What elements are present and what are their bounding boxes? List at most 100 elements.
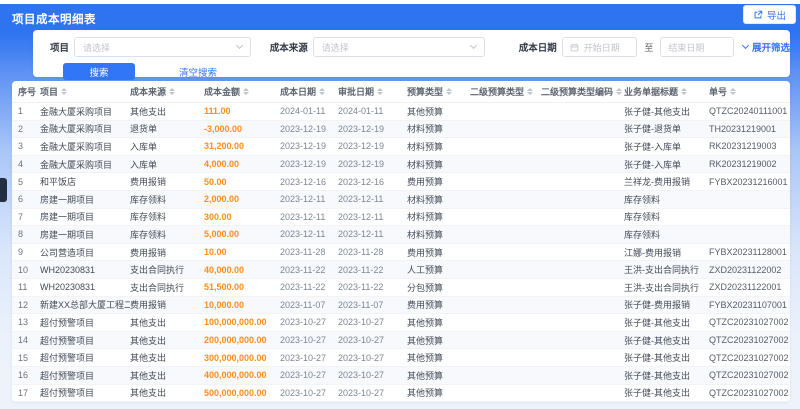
cell: 2023-10-27	[280, 352, 327, 363]
column-header[interactable]: 审批日期	[338, 85, 407, 98]
cell: 王洪-支出合同执行	[624, 265, 699, 276]
table-row[interactable]: 14 超付预警项目 其他支出 200,000,000.00 2023-10-27 2023…	[12, 331, 790, 350]
export-icon	[753, 10, 763, 20]
cell: 50.00	[204, 176, 227, 187]
table-row[interactable]: 15 超付预警项目 其他支出 300,000,000.00 2023-10-27 2023…	[12, 349, 790, 367]
cell: FYBX20231128001	[709, 247, 787, 258]
cell: 3	[18, 141, 24, 152]
column-header[interactable]: 业务单据标题	[624, 85, 709, 98]
cell: 2023-12-16	[338, 176, 385, 187]
column-header[interactable]: 项目	[40, 85, 130, 98]
column-header[interactable]: 二级预算类型编码	[541, 85, 624, 98]
cell: 51,500.00	[204, 282, 245, 293]
cell: 张子健-其他支出	[624, 388, 690, 399]
cell: 40,000.00	[204, 264, 245, 275]
cell: 2023-12-19	[280, 159, 327, 170]
table-row[interactable]: 17 超付预警项目 其他支出 500,000,000.00 2023-10-27 2023…	[12, 384, 790, 402]
table-row[interactable]: 3 金融大厦采购项目 入库单 31,200.00 2023-12-19 2023-12-1…	[12, 138, 790, 156]
expand-filters-link[interactable]: 展开筛选	[741, 40, 790, 54]
cell: 2023-12-19	[338, 123, 385, 134]
project-select[interactable]: 请选择	[74, 37, 251, 57]
sort-icon[interactable]	[61, 88, 68, 95]
cell: 超付预警项目	[40, 388, 95, 399]
sort-icon[interactable]	[243, 88, 250, 95]
cost-source-select[interactable]: 请选择	[312, 37, 485, 57]
sort-icon[interactable]	[730, 88, 737, 95]
sort-icon[interactable]	[446, 88, 453, 95]
project-label: 项目	[50, 43, 70, 54]
cell: 入库单	[130, 159, 158, 170]
cell: 2024-01-11	[338, 106, 384, 117]
table-body: 1 金融大厦采购项目 其他支出 111.00 2024-01-11 2024-01-11 其…	[12, 103, 790, 402]
sort-icon[interactable]	[377, 88, 384, 95]
table-row[interactable]: 6 房建一期项目 库存领料 2,000.00 2023-12-11 2023-12-11 材…	[12, 190, 790, 209]
cell: QTZC20231027002	[709, 352, 789, 363]
cell: 2023-12-19	[338, 159, 385, 170]
clear-search-link[interactable]: 清空搜索	[179, 65, 217, 79]
cell: 200,000,000.00	[204, 335, 267, 346]
cell: 其他预算	[407, 370, 444, 381]
end-date-input[interactable]: 结束日期	[660, 37, 734, 57]
table-row[interactable]: 5 和平饭店 费用报销 50.00 2023-12-16 2023-12-16 费用预算 兰祥…	[12, 173, 790, 191]
table-row[interactable]: 8 房建一期项目 库存领料 5,000.00 2023-12-11 2023-12-11 材…	[12, 226, 790, 244]
column-header[interactable]: 单号	[709, 85, 790, 98]
table-row[interactable]: 2 金融大厦采购项目 退货单 -3,000.00 2023-12-19 2023-12-1…	[12, 120, 790, 139]
cell: 金融大厦采购项目	[40, 106, 113, 117]
column-header[interactable]: 成本日期	[280, 85, 338, 98]
sort-icon[interactable]	[681, 88, 688, 95]
cell: 超付预警项目	[40, 370, 95, 381]
cell: WH20230831	[40, 264, 96, 275]
sidebar-handle[interactable]	[0, 178, 7, 202]
table-row[interactable]: 4 金融大厦采购项目 入库单 4,000.00 2023-12-19 2023-12-19…	[12, 155, 790, 174]
column-header[interactable]: 二级预算类型	[470, 85, 541, 98]
cell: 其他支出	[130, 353, 167, 364]
column-header-label: 项目	[40, 87, 59, 97]
cell: 公司营造项目	[40, 247, 95, 258]
cell: 其他支出	[130, 335, 167, 346]
cell: 房建一期项目	[40, 229, 95, 240]
cost-source-select-placeholder: 请选择	[321, 42, 349, 53]
cost-table: 序号 项目 成本来源 成本金额 成本日期 审批日期 预算类型 二级预算类型 二级预算类型编码 业务…	[12, 81, 790, 402]
column-header-label: 二级预算类型编码	[541, 87, 614, 97]
cell: 其他支出	[130, 106, 167, 117]
cell: QTZC20231027002	[709, 317, 789, 328]
table-row[interactable]: 7 房建一期项目 库存领料 300.00 2023-12-11 2023-12-11 材料预…	[12, 208, 790, 227]
table-row[interactable]: 1 金融大厦采购项目 其他支出 111.00 2024-01-11 2024-01-11 其…	[12, 103, 790, 121]
table-row[interactable]: 16 超付预警项目 其他支出 400,000,000.00 2023-10-27 2023…	[12, 366, 790, 385]
table-row[interactable]: 10 WH20230831 支出合同执行 40,000.00 2023-11-22 202…	[12, 261, 790, 279]
table-row[interactable]: 11 WH20230831 支出合同执行 51,500.00 2023-11-22 202…	[12, 278, 790, 297]
cell: 费用报销	[130, 247, 167, 258]
cell: 库存领料	[130, 229, 167, 240]
cell: 库存领料	[624, 212, 661, 223]
search-button[interactable]: 搜索	[63, 63, 135, 80]
cell: 库存领料	[130, 212, 167, 223]
cell: 库存领料	[624, 229, 661, 240]
sort-icon[interactable]	[616, 88, 623, 95]
cell: 400,000,000.00	[204, 370, 267, 381]
cell: 2023-10-27	[280, 317, 327, 328]
table-row[interactable]: 12 新建XX总部大厦工程二期费用报销 10,000.00 2023-11-07 202…	[12, 296, 790, 315]
column-header[interactable]: 成本金额	[204, 85, 280, 98]
column-header[interactable]: 预算类型	[407, 85, 470, 98]
table-row[interactable]: 9 公司营造项目 费用报销 10.00 2023-11-28 2023-11-28 费用预算…	[12, 243, 790, 262]
sort-icon[interactable]	[527, 88, 534, 95]
sort-icon[interactable]	[319, 88, 326, 95]
cell: 2023-10-27	[280, 387, 327, 398]
cell: 9	[18, 247, 24, 258]
cell: 500,000,000.00	[204, 387, 267, 398]
column-header[interactable]: 成本来源	[130, 85, 204, 98]
export-button[interactable]: 导出	[742, 5, 796, 24]
cell: 和平饭店	[40, 177, 77, 188]
start-date-input[interactable]: 开始日期	[561, 37, 638, 57]
cell: 300,000,000.00	[204, 352, 267, 363]
table-row[interactable]: 13 超付预警项目 其他支出 100,000,000.00 2023-10-27 2023…	[12, 314, 790, 332]
column-header-label: 序号	[18, 87, 37, 97]
cell: 5,000.00	[204, 229, 240, 240]
cell: 2023-12-19	[280, 141, 327, 152]
cell: 4,000.00	[204, 159, 240, 170]
sort-icon[interactable]	[169, 88, 176, 95]
cell: 房建一期项目	[40, 212, 95, 223]
cell: 11	[18, 282, 28, 293]
cell: TH20231219001	[709, 123, 777, 134]
project-cost-detail-page: 项目成本明细表 导出 项目 请选择 成本来源 请选择 成本日期 开始日期 至 结…	[0, 0, 800, 409]
